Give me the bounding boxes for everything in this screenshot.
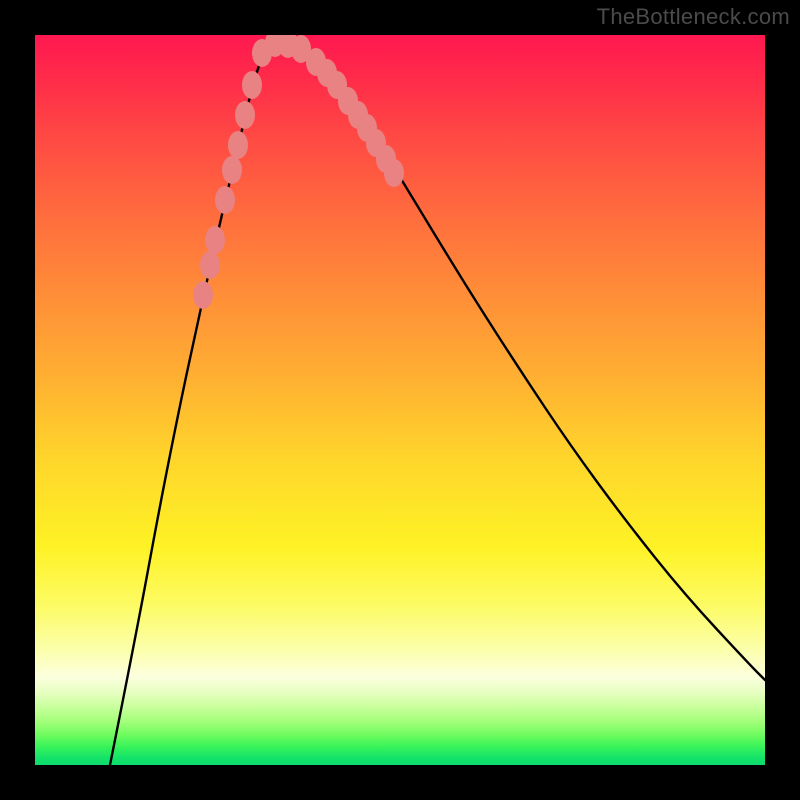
chart-frame: TheBottleneck.com [0,0,800,800]
watermark-label: TheBottleneck.com [597,4,790,30]
left-cluster-marker [228,131,248,159]
left-cluster-marker [235,101,255,129]
right-cluster-marker [384,159,404,187]
marker-group [193,35,404,309]
left-cluster-marker [200,251,220,279]
plot-area [35,35,765,765]
curve-layer [35,35,765,765]
left-cluster-marker [222,156,242,184]
left-cluster-marker [193,281,213,309]
bottleneck-curve-path [110,43,765,765]
left-cluster-marker [205,226,225,254]
left-cluster-marker [215,186,235,214]
left-cluster-marker [242,71,262,99]
